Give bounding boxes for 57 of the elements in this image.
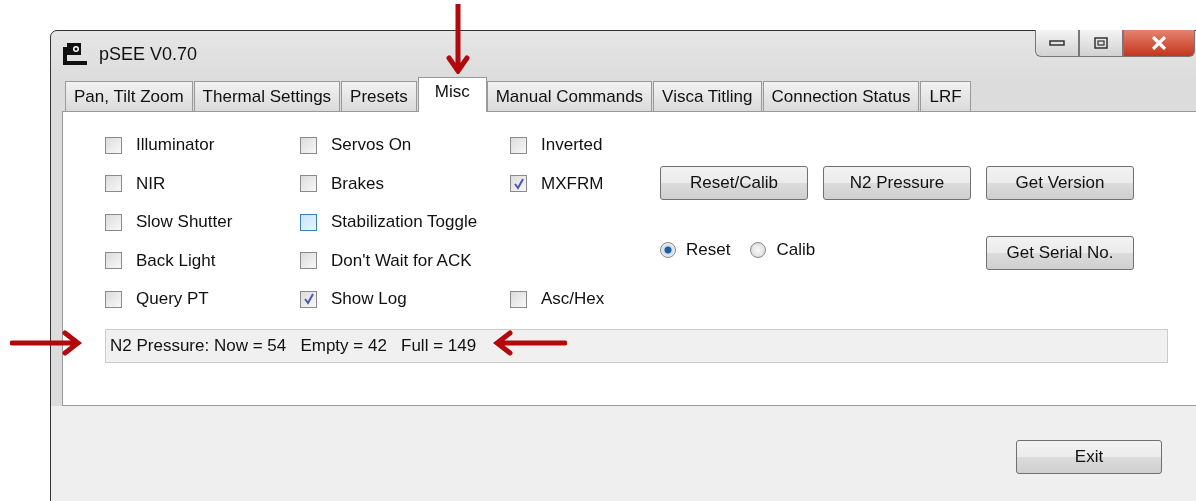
- command-button[interactable]: N2 Pressure: [823, 166, 971, 200]
- checkbox-label: Show Log: [331, 289, 407, 310]
- check-mark-icon: [302, 293, 315, 306]
- exit-button[interactable]: Exit: [1016, 440, 1162, 474]
- close-button[interactable]: [1123, 30, 1195, 57]
- camera-icon: [61, 41, 89, 67]
- radio-button[interactable]: [750, 242, 767, 258]
- close-icon: [1151, 36, 1167, 50]
- tab[interactable]: Presets: [341, 81, 417, 111]
- checkbox[interactable]: [300, 175, 317, 193]
- checkbox[interactable]: [510, 136, 527, 154]
- checkbox-label: Inverted: [541, 135, 603, 156]
- checkbox[interactable]: [300, 252, 317, 270]
- checkbox[interactable]: [105, 213, 122, 231]
- tab[interactable]: Misc: [417, 77, 487, 112]
- checkbox[interactable]: [105, 252, 122, 270]
- tab[interactable]: Pan, Tilt Zoom: [65, 81, 193, 111]
- checkbox[interactable]: [300, 290, 317, 308]
- window-title: pSEE V0.70: [99, 43, 198, 65]
- command-button[interactable]: Get Version: [986, 166, 1134, 200]
- tab[interactable]: Connection Status: [762, 81, 920, 111]
- checkbox[interactable]: [300, 213, 317, 231]
- arrow-icon: [446, 4, 470, 74]
- radio-label: Reset: [686, 240, 731, 260]
- tab[interactable]: LRF: [920, 81, 971, 111]
- serial-button[interactable]: Get Serial No.: [986, 236, 1134, 270]
- checkbox-label: Query PT: [136, 289, 209, 310]
- checkbox-label: Don't Wait for ACK: [331, 250, 472, 271]
- minimize-button[interactable]: [1035, 30, 1079, 57]
- check-mark-icon: [512, 177, 525, 190]
- arrow-icon: [493, 330, 567, 356]
- checkbox[interactable]: [105, 136, 122, 154]
- checkbox-label: NIR: [136, 173, 166, 194]
- checkbox-label: Back Light: [136, 250, 216, 271]
- minimize-icon: [1049, 40, 1065, 46]
- checkbox[interactable]: [105, 290, 122, 308]
- command-button[interactable]: Reset/Calib: [660, 166, 808, 200]
- checkbox-label: Servos On: [331, 135, 412, 156]
- checkbox[interactable]: [300, 136, 317, 154]
- tab[interactable]: Thermal Settings: [193, 81, 341, 111]
- checkbox-label: Brakes: [331, 173, 384, 194]
- checkbox-label: Asc/Hex: [541, 289, 605, 310]
- checkbox[interactable]: [105, 175, 122, 193]
- tab[interactable]: Manual Commands: [486, 81, 653, 111]
- maximize-icon: [1094, 37, 1108, 49]
- tab[interactable]: Visca Titling: [653, 81, 762, 111]
- arrow-icon: [10, 330, 82, 356]
- checkbox-label: Stabilization Toggle: [331, 212, 478, 233]
- checkbox-label: Illuminator: [136, 135, 215, 156]
- maximize-button[interactable]: [1079, 30, 1123, 57]
- checkbox[interactable]: [510, 290, 527, 308]
- radio-label: Calib: [776, 240, 816, 260]
- radio-button[interactable]: [660, 242, 676, 258]
- status-field: N2 Pressure: Now = 54 Empty = 42 Full = 149: [105, 328, 1168, 363]
- checkbox-label: Slow Shutter: [136, 212, 233, 233]
- checkbox[interactable]: [510, 175, 527, 193]
- checkbox-label: MXFRM: [541, 173, 604, 194]
